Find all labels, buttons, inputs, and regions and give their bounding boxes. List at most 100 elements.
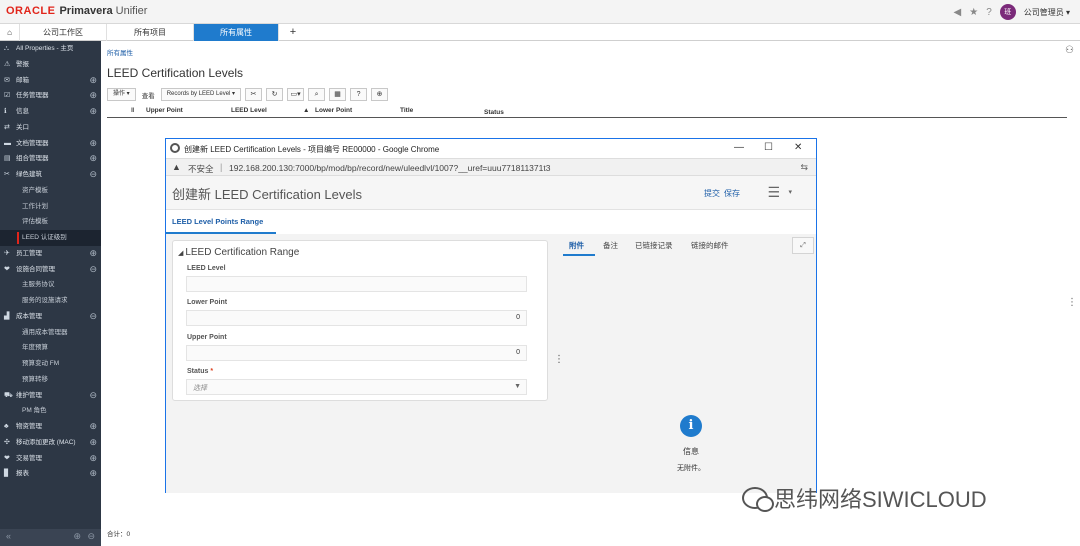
collapse-sidebar-icon[interactable]: « xyxy=(6,531,11,541)
tab-notes[interactable]: 备注 xyxy=(603,240,618,251)
sidebar-item[interactable]: ❤ 交易管理 ⊕ xyxy=(0,451,101,467)
tab-all-properties[interactable]: 所有属性 xyxy=(194,24,279,41)
section-title[interactable]: ◢ LEED Certification Range xyxy=(178,247,299,258)
sidebar-item[interactable]: 通用成本管理器 xyxy=(0,325,101,341)
tab-all-projects[interactable]: 所有项目 xyxy=(107,24,194,41)
column-title[interactable]: Title xyxy=(400,107,413,114)
collapse-icon[interactable]: ⊖ xyxy=(89,388,97,404)
not-secure-label[interactable]: 不安全 xyxy=(188,163,214,175)
expand-icon[interactable]: ⊕ xyxy=(89,136,97,152)
sidebar-item[interactable]: ⚠ 警报 xyxy=(0,57,101,73)
submit-button[interactable]: 提交 xyxy=(704,188,720,199)
sidebar-item[interactable]: 预算转移 xyxy=(0,372,101,388)
app-logo[interactable]: ORACLE Primavera Unifier xyxy=(6,5,147,17)
sidebar-item[interactable]: ⇄ 关口 xyxy=(0,120,101,136)
add-tab-button[interactable]: + xyxy=(279,24,307,41)
close-icon[interactable]: ✕ xyxy=(794,142,802,153)
columns-icon[interactable]: ▦ xyxy=(329,88,347,101)
expand-icon[interactable]: ⊕ xyxy=(89,435,97,451)
print-icon[interactable]: ▭▾ xyxy=(287,88,305,101)
view-select[interactable]: Records by LEED Level ▾ xyxy=(160,88,242,101)
column-upper-point[interactable]: Upper Point xyxy=(146,107,183,114)
expand-icon[interactable]: ⊕ xyxy=(89,73,97,89)
tools-icon[interactable]: ✂ xyxy=(245,88,263,101)
column-leed-level[interactable]: LEED Level xyxy=(231,107,267,114)
status-select[interactable]: 选择 ▼ xyxy=(186,379,527,395)
sidebar-item[interactable]: ▊ 报表 ⊕ xyxy=(0,466,101,482)
save-button[interactable]: 保存 xyxy=(724,188,740,199)
warning-icon[interactable]: ▲ xyxy=(172,162,181,172)
sidebar-item[interactable]: ℹ 信息 ⊕ xyxy=(0,104,101,120)
expand-icon[interactable]: ⊕ xyxy=(89,151,97,167)
sidebar-item[interactable]: 服务的设施请求 xyxy=(0,293,101,309)
tab-linked-mails[interactable]: 链接的邮件 xyxy=(691,240,729,251)
sidebar-item[interactable]: ▬ 文档管理器 ⊕ xyxy=(0,136,101,152)
url-field[interactable]: 192.168.200.130:7000/bp/mod/bp/record/ne… xyxy=(229,163,550,173)
collapse-icon[interactable]: ⊖ xyxy=(89,262,97,278)
log-toolbar: 操作 ▾ 查看 Records by LEED Level ▾ ✂ ↻ ▭▾ ⌕… xyxy=(107,88,389,101)
expand-icon[interactable]: ⊕ xyxy=(371,88,389,101)
panel-resize-handle[interactable]: ⋮ xyxy=(1067,297,1077,308)
sidebar-item[interactable]: ✂ 绿色建筑 ⊖ xyxy=(0,167,101,183)
user-settings-icon[interactable]: ⚇ xyxy=(1065,45,1074,56)
column-lower-point[interactable]: Lower Point xyxy=(315,107,352,114)
sidebar-item[interactable]: 主服务协议 xyxy=(0,277,101,293)
actions-button[interactable]: 操作 ▾ xyxy=(107,88,136,101)
refresh-icon[interactable]: ↻ xyxy=(266,88,284,101)
add-icon[interactable]: ⊕ xyxy=(73,531,81,542)
expand-icon[interactable]: ⊕ xyxy=(89,466,97,482)
collapse-icon[interactable]: ⊖ xyxy=(89,309,97,325)
hamburger-menu-icon[interactable]: ☰ xyxy=(767,184,780,201)
collapse-icon[interactable]: ⊖ xyxy=(89,167,97,183)
expand-panel-icon[interactable]: ⤢ xyxy=(792,237,814,254)
sidebar-item[interactable]: ❤ 设施合同管理 ⊖ xyxy=(0,262,101,278)
home-tab[interactable]: ⌂ xyxy=(0,24,20,41)
expand-icon[interactable]: ⊕ xyxy=(89,451,97,467)
leed-level-field[interactable] xyxy=(186,276,527,292)
sidebar-item[interactable]: 评估模板 xyxy=(0,214,101,230)
sidebar-item[interactable]: 年度预算 xyxy=(0,340,101,356)
expand-icon[interactable]: ⊕ xyxy=(89,88,97,104)
minimize-icon[interactable]: — xyxy=(734,142,744,153)
chevron-down-icon[interactable]: ▾ xyxy=(788,188,792,196)
sidebar-item[interactable]: LEED 认证级别 xyxy=(0,230,101,246)
sidebar-item[interactable]: ⛬ All Properties - 主页 xyxy=(0,41,101,57)
tab-attachments[interactable]: 附件 xyxy=(569,240,584,251)
maximize-icon[interactable]: ☐ xyxy=(764,142,773,153)
sidebar-item[interactable]: ▟ 成本管理 ⊖ xyxy=(0,309,101,325)
announcement-icon[interactable]: ◀ xyxy=(954,7,962,18)
sidebar: ⛬ All Properties - 主页 ⚠ 警报 ✉ 邮箱 ⊕ ☑ 任务管理器 ⊕ ℹ 信息 ⊕ ⇄ 关… xyxy=(0,41,101,546)
sidebar-item[interactable]: ☑ 任务管理器 ⊕ xyxy=(0,88,101,104)
tab-linked-records[interactable]: 已链接记录 xyxy=(635,240,673,251)
avatar[interactable]: 班 xyxy=(999,4,1016,20)
expand-icon[interactable]: ⊕ xyxy=(89,419,97,435)
sidebar-item[interactable]: 预算变动 FM xyxy=(0,356,101,372)
help-icon[interactable]: ? xyxy=(986,7,992,18)
sidebar-item[interactable]: ✉ 邮箱 ⊕ xyxy=(0,73,101,89)
breadcrumb[interactable]: 所有属性 xyxy=(107,47,133,57)
sidebar-item[interactable]: PM 角色 xyxy=(0,403,101,419)
sidebar-item[interactable]: ✣ 移动添加更改 (MAC) ⊕ xyxy=(0,435,101,451)
upper-point-field[interactable]: 0 xyxy=(186,345,527,361)
lower-point-field[interactable]: 0 xyxy=(186,310,527,326)
favorites-star-icon[interactable]: ★ xyxy=(969,7,978,18)
sidebar-item[interactable]: ▤ 组合管理器 ⊕ xyxy=(0,151,101,167)
search-icon[interactable]: ⌕ xyxy=(308,88,326,101)
panel-splitter-handle[interactable]: ⋮ xyxy=(554,354,564,365)
expand-icon[interactable]: ⊕ xyxy=(89,104,97,120)
sidebar-item[interactable]: ⛟ 维护管理 ⊖ xyxy=(0,388,101,404)
collapse-all-icon[interactable]: ⊖ xyxy=(87,531,95,542)
tab-company-workspace[interactable]: 公司工作区 xyxy=(20,24,107,41)
column-status[interactable]: Status xyxy=(484,109,504,116)
help-icon[interactable]: ? xyxy=(350,88,368,101)
sidebar-item[interactable]: ♣ 物资管理 ⊕ xyxy=(0,419,101,435)
sidebar-item[interactable]: 工作计划 xyxy=(0,199,101,215)
sort-asc-icon[interactable]: ▲ xyxy=(303,107,309,114)
translate-icon[interactable]: ⇆ xyxy=(800,162,808,173)
tab-leed-level-points-range[interactable]: LEED Level Points Range xyxy=(172,217,263,226)
user-menu[interactable]: 公司管理员 ▾ xyxy=(1024,7,1070,18)
expand-icon[interactable]: ⊕ xyxy=(89,246,97,262)
sidebar-item[interactable]: ✈ 员工管理 ⊕ xyxy=(0,246,101,262)
sidebar-item-label: 员工管理 xyxy=(16,249,42,257)
sidebar-item[interactable]: 资产模板 xyxy=(0,183,101,199)
